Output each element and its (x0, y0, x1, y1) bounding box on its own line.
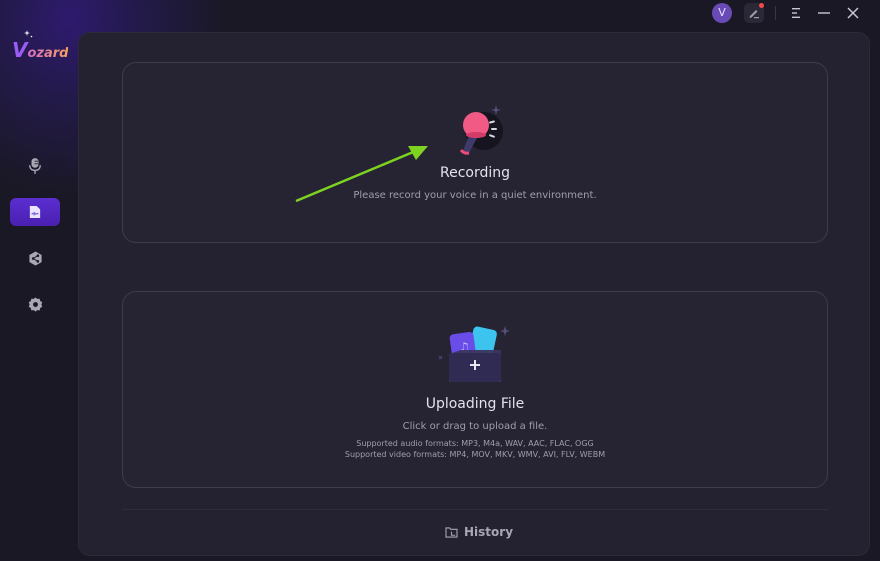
recording-microphone-icon (459, 105, 503, 155)
sidebar-item-settings[interactable] (10, 290, 60, 318)
recording-card[interactable]: Recording Please record your voice in a … (122, 62, 828, 243)
app-logo: Vozard (12, 38, 68, 62)
history-button[interactable]: History (445, 525, 513, 539)
feedback-button[interactable] (744, 3, 764, 23)
share-icon (28, 250, 42, 266)
sidebar-item-share[interactable] (10, 244, 60, 272)
menu-icon[interactable] (789, 6, 803, 20)
history-label: History (464, 525, 514, 539)
titlebar-divider (775, 6, 776, 20)
sidebar-item-file[interactable] (10, 198, 60, 226)
main-panel: Recording Please record your voice in a … (78, 32, 870, 556)
logo-text: ozard (27, 46, 69, 61)
video-formats: Supported video formats: MP4, MOV, MKV, … (344, 450, 606, 459)
annotation-arrow (295, 146, 428, 203)
minimize-icon[interactable] (817, 6, 831, 20)
audio-formats: Supported audio formats: MP3, M4a, WAV, … (356, 439, 594, 448)
upload-folder-icon: ♫ (438, 326, 510, 382)
upload-card[interactable]: ♫ Uploading File Click or drag to upload… (122, 291, 828, 488)
audio-file-icon (29, 206, 41, 218)
microphone-icon (29, 158, 41, 174)
upload-title: Uploading File (425, 396, 525, 412)
footer-divider (122, 509, 828, 510)
notification-dot (759, 3, 764, 8)
gear-icon (28, 296, 42, 312)
user-avatar[interactable]: V (712, 3, 732, 23)
close-icon[interactable] (846, 6, 860, 20)
history-folder-icon (445, 526, 458, 538)
sidebar-item-voice[interactable] (10, 152, 60, 180)
logo-letter: V (12, 38, 28, 62)
upload-subtitle: Click or drag to upload a file. (402, 421, 548, 432)
recording-title: Recording (439, 165, 511, 181)
